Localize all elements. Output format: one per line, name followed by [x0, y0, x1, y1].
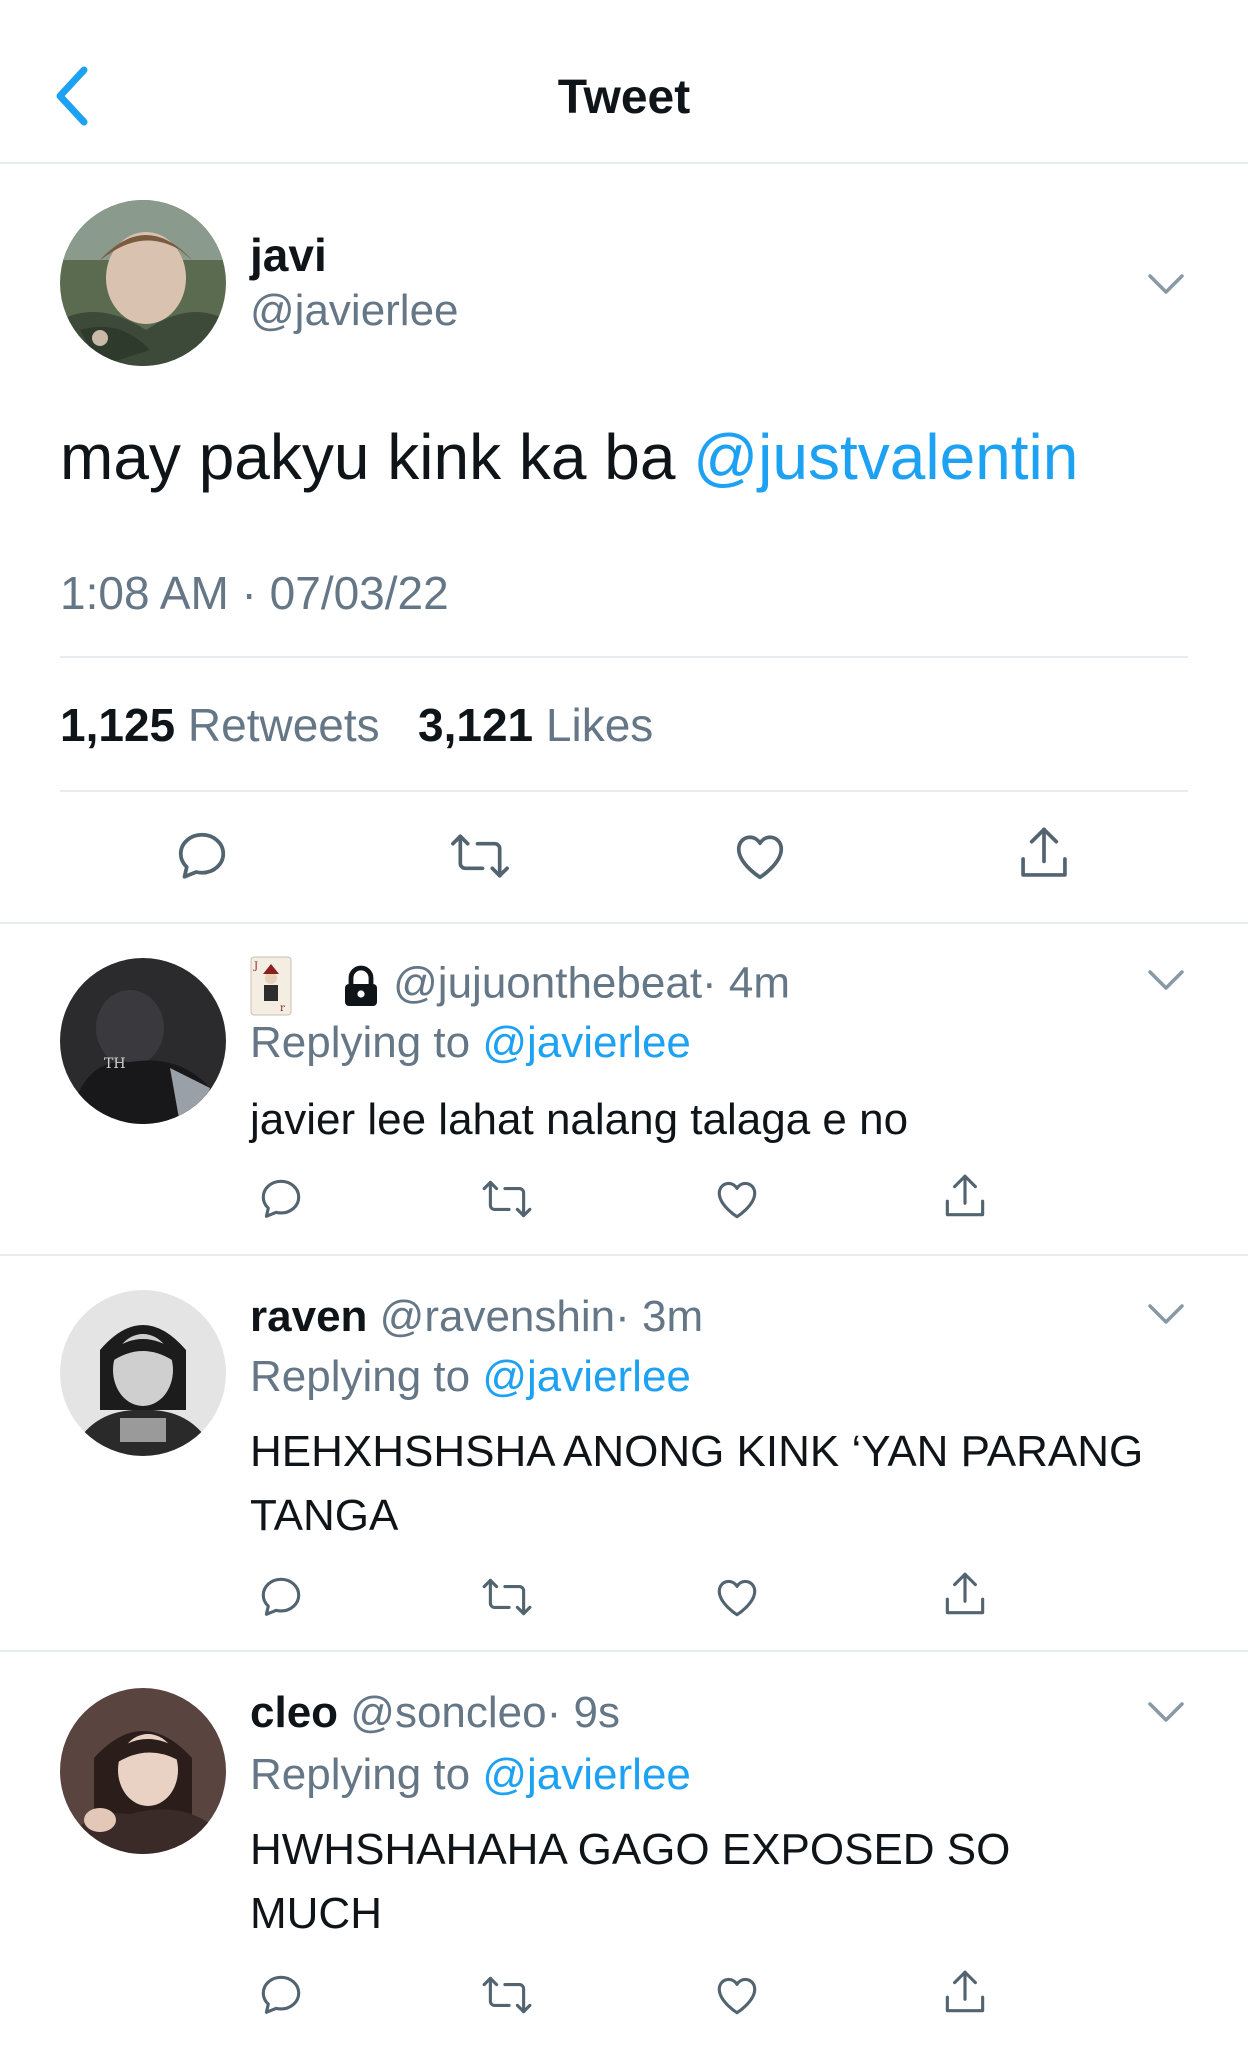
divider [0, 922, 1248, 924]
likes-count[interactable]: 3,121 [418, 699, 533, 751]
retweet-icon[interactable] [480, 1970, 534, 2020]
reply-text: HEHXHSHSHA ANONG KINK ‘YAN PARANG TANGA [250, 1427, 1144, 1540]
reply-header: raven @ravenshin· 3m [250, 1292, 703, 1342]
tweet-body: may pakyu kink ka ba [60, 421, 694, 493]
chevron-down-icon[interactable] [1146, 968, 1186, 992]
reply-text: HWHSHAHAHA GAGO EXPOSED SO MUCH [250, 1825, 1011, 1938]
reply-handle[interactable]: @jujuonthebeat [393, 959, 702, 1008]
page-title: Tweet [557, 71, 691, 124]
replying-label: Replying to [250, 1352, 483, 1401]
tweet-text: may pakyu kink ka ba @justvalentin [60, 420, 1078, 494]
chevron-down-icon[interactable] [1146, 1700, 1186, 1724]
reply-header: J r @jujuonthebeat· 4m [250, 956, 790, 1016]
svg-text:J: J [253, 961, 258, 972]
retweet-icon[interactable] [480, 1174, 534, 1224]
share-icon[interactable] [1014, 822, 1074, 886]
heart-icon[interactable] [730, 826, 790, 886]
replying-to: Replying to @javierlee [250, 1750, 691, 1800]
reply-time: · 3m [615, 1292, 704, 1341]
retweets-count[interactable]: 1,125 [60, 699, 175, 751]
reply-icon[interactable] [172, 826, 232, 886]
chevron-down-icon[interactable] [1146, 272, 1186, 296]
avatar[interactable] [60, 1290, 226, 1456]
lock-icon [344, 965, 377, 1006]
chevron-down-icon[interactable] [1146, 1302, 1186, 1326]
reply-icon[interactable] [256, 1174, 306, 1224]
top-bar: Tweet [0, 0, 1248, 164]
share-icon[interactable] [940, 1170, 990, 1224]
heart-icon[interactable] [712, 1572, 762, 1622]
reply-header: cleo @soncleo· 9s [250, 1688, 620, 1738]
avatar[interactable]: TH [60, 958, 226, 1124]
reply-icon[interactable] [256, 1572, 306, 1622]
mention-link[interactable]: @justvalentin [693, 421, 1078, 493]
svg-text:r: r [280, 1003, 285, 1014]
tweet-detail-page: Tweet javi @javierlee may pakyu kink ka … [0, 0, 1248, 2048]
replying-to: Replying to @javierlee [250, 1352, 691, 1402]
reply-name[interactable]: cleo [250, 1688, 338, 1737]
joker-card-icon: J r [250, 956, 292, 1016]
avatar[interactable] [60, 200, 226, 366]
tweet-timestamp: 1:08 AM · 07/03/22 [60, 567, 449, 619]
likes-label[interactable]: Likes [546, 699, 653, 751]
replying-to-link[interactable]: @javierlee [482, 1750, 691, 1799]
reply-name[interactable]: raven [250, 1292, 367, 1341]
reply-handle[interactable]: @ravenshin [380, 1292, 615, 1341]
svg-text:TH: TH [104, 1056, 126, 1072]
divider [60, 656, 1188, 658]
tweet-stats: 1,125 Retweets 3,121 Likes [60, 698, 653, 752]
heart-icon[interactable] [712, 1174, 762, 1224]
reply-handle[interactable]: @soncleo [350, 1688, 546, 1737]
replying-to-link[interactable]: @javierlee [482, 1018, 691, 1067]
author-handle[interactable]: @javierlee [250, 286, 459, 336]
share-icon[interactable] [940, 1568, 990, 1622]
reply-time: · 9s [546, 1688, 620, 1737]
avatar[interactable] [60, 1688, 226, 1854]
retweet-icon[interactable] [480, 1572, 534, 1622]
retweets-label[interactable]: Retweets [188, 699, 380, 751]
replying-label: Replying to [250, 1750, 483, 1799]
divider [60, 790, 1188, 792]
share-icon[interactable] [940, 1966, 990, 2020]
replying-label: Replying to [250, 1018, 483, 1067]
author-name[interactable]: javi [250, 228, 327, 282]
reply-time: · 4m [702, 958, 791, 1008]
reply-icon[interactable] [256, 1970, 306, 2020]
heart-icon[interactable] [712, 1970, 762, 2020]
divider [0, 1650, 1248, 1652]
replying-to-link[interactable]: @javierlee [482, 1352, 691, 1401]
reply-text: javier lee lahat nalang talaga e no [250, 1095, 909, 1144]
divider [0, 1254, 1248, 1256]
replying-to: Replying to @javierlee [250, 1018, 691, 1068]
retweet-icon[interactable] [448, 826, 512, 886]
